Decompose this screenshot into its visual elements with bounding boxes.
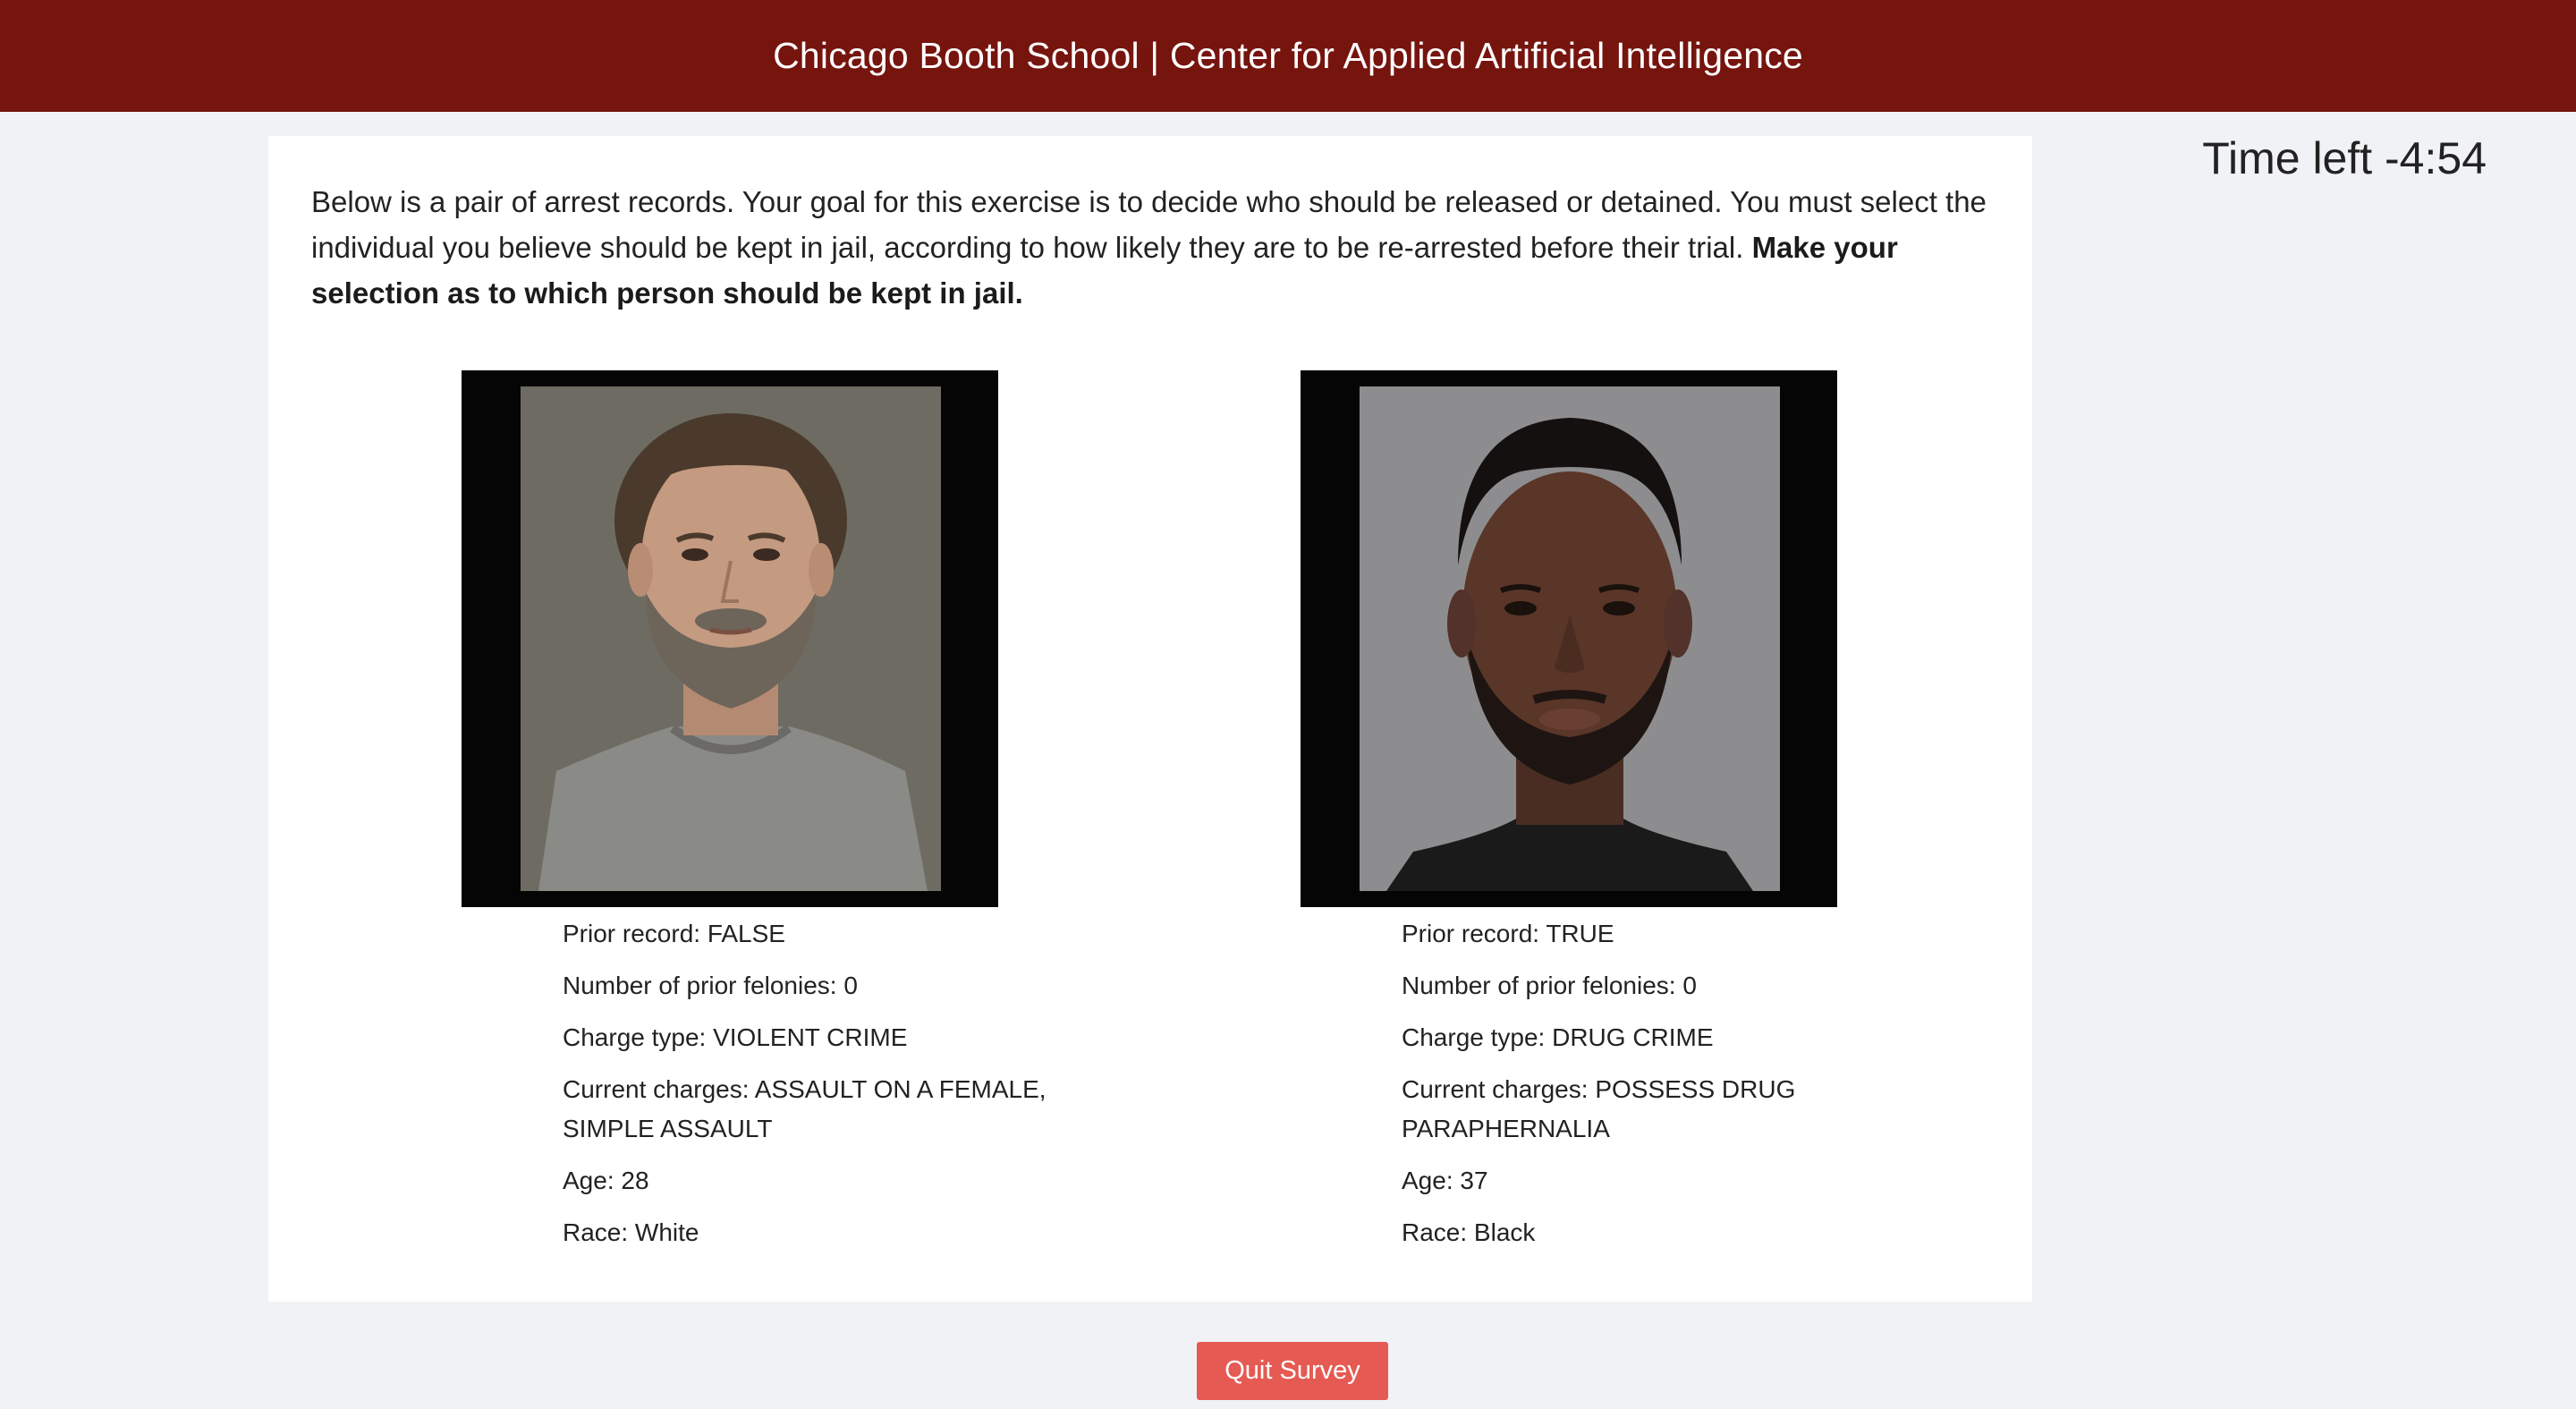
instructions: Below is a pair of arrest records. Your … [311, 179, 2002, 316]
charge-type: Charge type: DRUG CRIME [1402, 1023, 1714, 1051]
record-right[interactable]: Prior record: TRUE Number of prior felon… [1301, 370, 1837, 1246]
record-details-right: Prior record: TRUE Number of prior felon… [1402, 914, 1938, 1265]
current-charges: Current charges: ASSAULT ON A FEMALE, SI… [563, 1075, 1046, 1142]
mugshot-photo-right[interactable] [1301, 370, 1837, 907]
record-left[interactable]: Prior record: FALSE Number of prior felo… [462, 370, 1046, 1246]
mugshot-photo-left[interactable] [462, 370, 998, 907]
age: Age: 28 [563, 1167, 649, 1194]
site-header: Chicago Booth School | Center for Applie… [0, 0, 2576, 112]
countdown-timer: Time left -4:54 [2202, 133, 2487, 183]
race: Race: Black [1402, 1218, 1536, 1246]
charge-type: Charge type: VIOLENT CRIME [563, 1023, 908, 1051]
prior-felonies: Number of prior felonies: 0 [1402, 972, 1697, 999]
prior-record: Prior record: TRUE [1402, 920, 1614, 947]
prior-record: Prior record: FALSE [563, 920, 785, 947]
mugshot-image-left [521, 386, 941, 891]
mugshot-image-right [1360, 386, 1780, 891]
prior-felonies: Number of prior felonies: 0 [563, 972, 858, 999]
race: Race: White [563, 1218, 699, 1246]
instructions-text: Below is a pair of arrest records. Your … [311, 185, 1987, 264]
header-title: Chicago Booth School | Center for Applie… [773, 35, 1803, 76]
current-charges: Current charges: POSSESS DRUG PARAPHERNA… [1402, 1075, 1796, 1142]
age: Age: 37 [1402, 1167, 1488, 1194]
quit-survey-button[interactable]: Quit Survey [1197, 1342, 1388, 1400]
record-details-left: Prior record: FALSE Number of prior felo… [563, 914, 1099, 1265]
arrest-records-card: Below is a pair of arrest records. Your … [268, 136, 2032, 1302]
